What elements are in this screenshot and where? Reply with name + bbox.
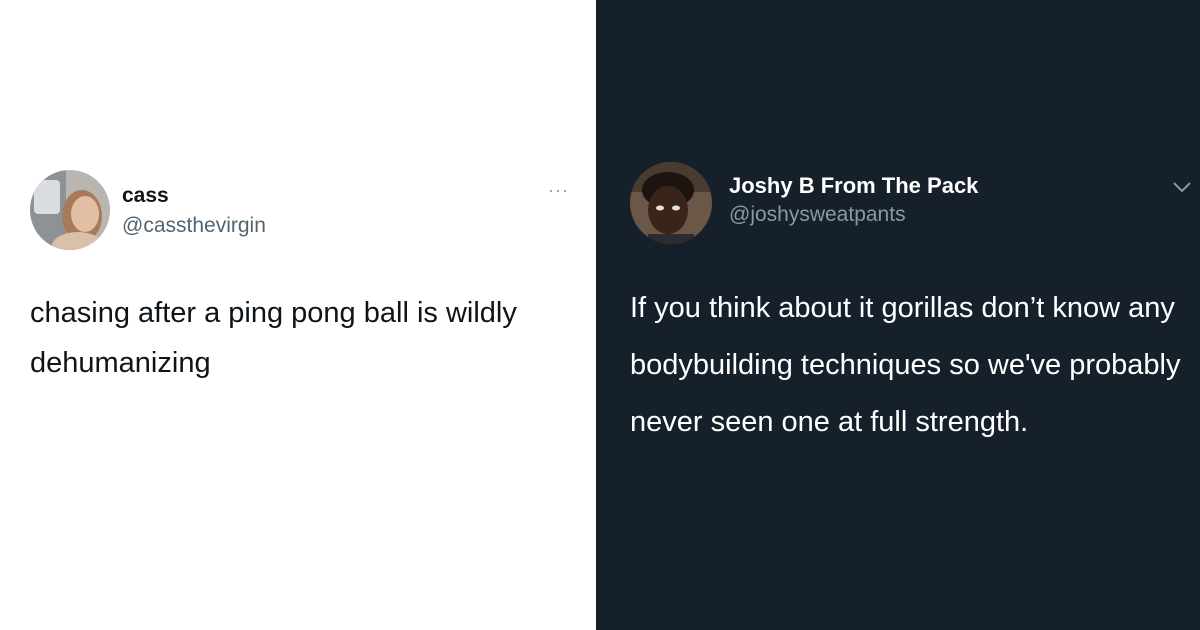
avatar-photo <box>630 162 712 244</box>
avatar[interactable] <box>30 170 110 250</box>
user-handle[interactable]: @joshysweatpants <box>729 203 906 227</box>
display-name[interactable]: cass <box>122 184 169 208</box>
tweet-text: If you think about it gorillas don’t kno… <box>630 292 1181 438</box>
tweet-card-left: cass @cassthevirgin ··· chasing after a … <box>0 0 596 630</box>
avatar-photo <box>30 170 110 250</box>
display-name[interactable]: Joshy B From The Pack <box>729 173 978 199</box>
chevron-down-icon[interactable] <box>1172 180 1192 194</box>
tweet-text: chasing after a ping pong ball is wildly… <box>30 297 517 379</box>
avatar[interactable] <box>630 162 712 244</box>
more-options-icon[interactable]: ··· <box>548 180 569 201</box>
user-handle[interactable]: @cassthevirgin <box>122 214 266 238</box>
